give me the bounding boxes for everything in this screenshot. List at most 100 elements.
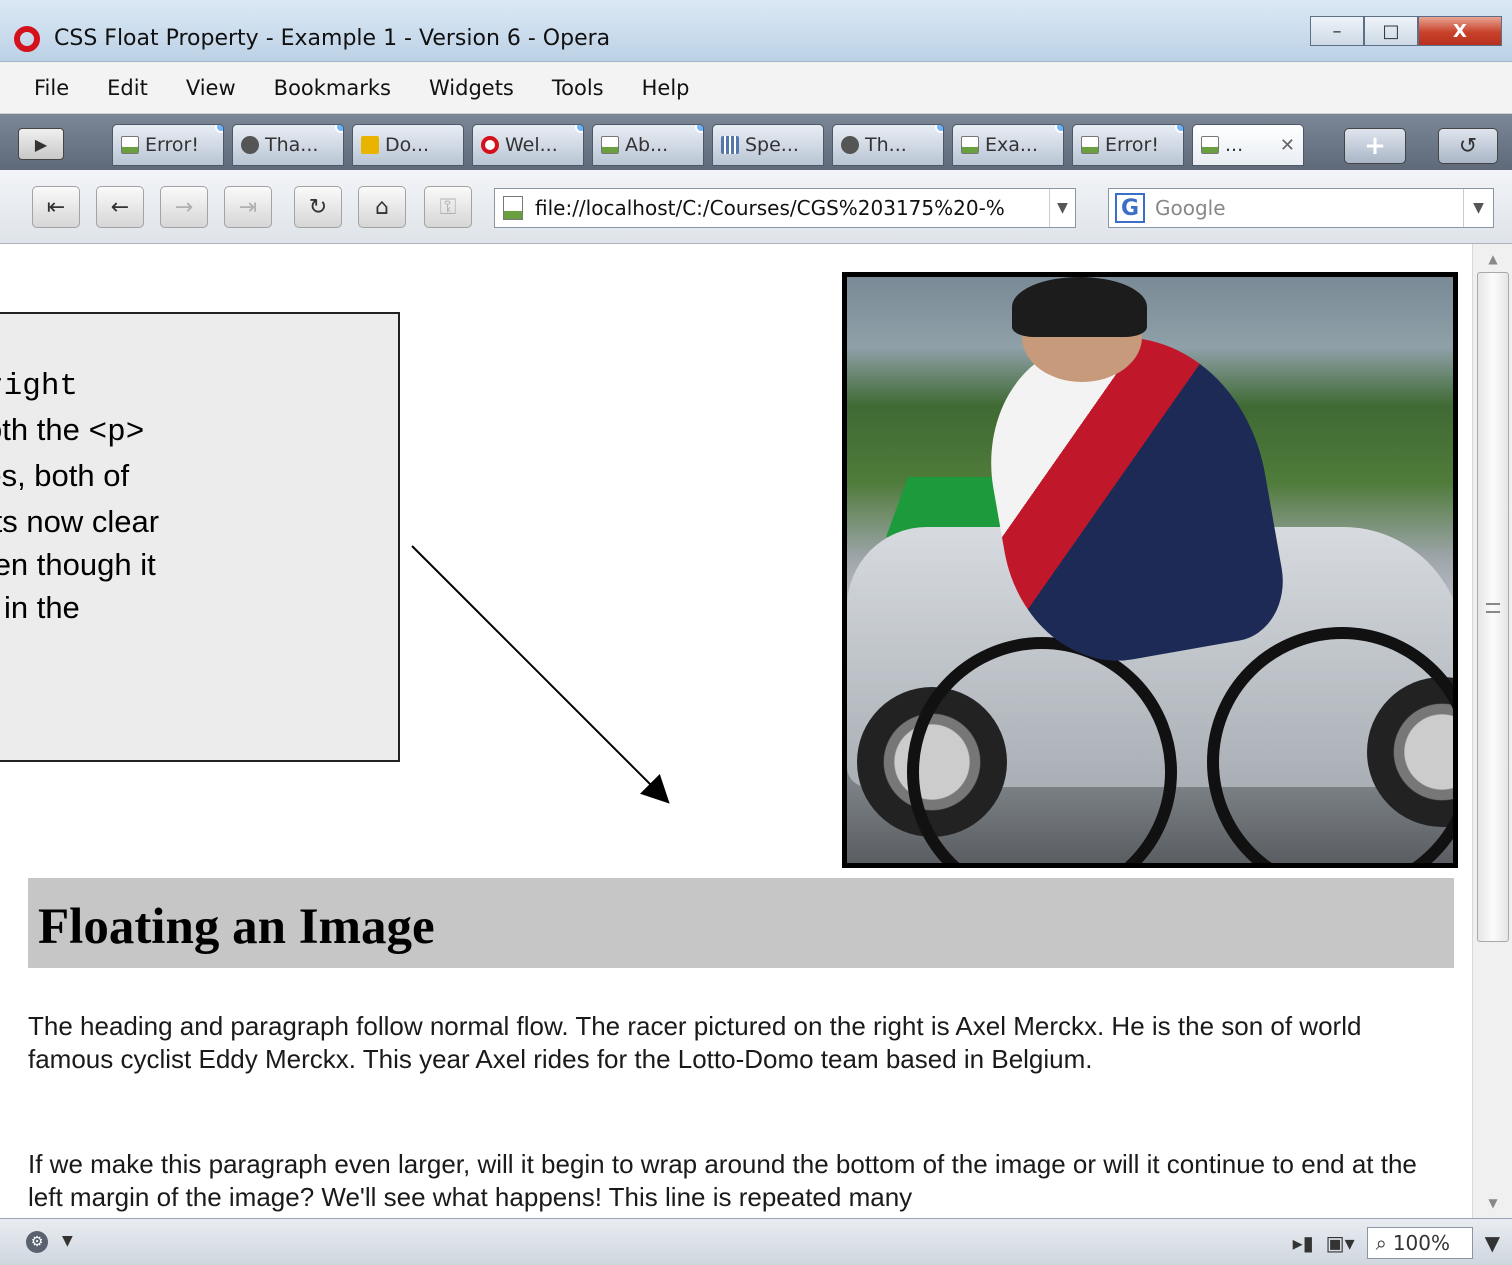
callout-line2-code: <p>: [88, 415, 145, 450]
heading-bar: Floating an Image: [28, 878, 1454, 968]
zoom-icon: ⌕: [1375, 1231, 1387, 1255]
paragraph-2: If we make this paragraph even larger, w…: [28, 1149, 1417, 1212]
menu-bar: File Edit View Bookmarks Widgets Tools H…: [0, 62, 1512, 114]
rewind-icon[interactable]: ⇤: [32, 186, 80, 228]
callout-line4: elements now clear: [0, 504, 160, 539]
doc-icon: [121, 136, 139, 154]
tab-active[interactable]: ... ✕: [1192, 124, 1304, 166]
tab-update-dot-icon: [1055, 125, 1063, 133]
tab-label: Spe...: [745, 134, 799, 156]
tab-label: Ab...: [625, 134, 669, 156]
tab-update-dot-icon: [935, 125, 943, 133]
doc-icon: [1081, 136, 1099, 154]
tab-error-1[interactable]: Error!: [112, 124, 224, 166]
scroll-down-icon[interactable]: ▼: [1477, 1190, 1509, 1216]
tab-update-dot-icon: [215, 125, 223, 133]
minimize-button[interactable]: –: [1310, 16, 1364, 46]
page-heading: Floating an Image: [38, 899, 435, 955]
callout-line5: age, even though it: [0, 547, 156, 582]
scroll-up-icon[interactable]: ▲: [1477, 246, 1509, 272]
tab-about[interactable]: Ab...: [592, 124, 704, 166]
grid-icon: [721, 136, 739, 154]
chat-icon: [841, 136, 859, 154]
status-dropdown-icon[interactable]: ▼: [62, 1233, 73, 1249]
closed-tabs-icon[interactable]: ↺: [1438, 128, 1498, 164]
tab-update-dot-icon: [695, 125, 703, 133]
security-icon[interactable]: ⚿: [424, 186, 472, 228]
tab-label: Wel...: [505, 134, 558, 156]
tab-downloads[interactable]: Do...: [352, 124, 464, 166]
vertical-scrollbar[interactable]: ▲ ▼: [1472, 244, 1512, 1218]
page-icon: [503, 196, 523, 220]
address-text: file://localhost/C:/Courses/CGS%203175%2…: [535, 196, 1005, 220]
doc-icon: [601, 136, 619, 154]
menu-view[interactable]: View: [186, 76, 236, 100]
zoom-level: 100%: [1392, 1231, 1450, 1255]
new-tab-button[interactable]: +: [1344, 128, 1406, 164]
menu-help[interactable]: Help: [642, 76, 690, 100]
chat-icon: [241, 136, 259, 154]
zoom-dropdown-icon[interactable]: ▼: [1485, 1228, 1500, 1258]
tab-label: Th...: [865, 134, 907, 156]
tab-update-dot-icon: [575, 125, 583, 133]
menu-file[interactable]: File: [34, 76, 69, 100]
doc-icon: [1201, 136, 1219, 154]
callout-line2-text: ty on both the: [0, 412, 80, 447]
tab-strip: Error! Tha... Do... Wel... Ab... Spe... …: [112, 124, 1304, 166]
forward-icon[interactable]: →: [160, 186, 208, 228]
callout-line1-code: lear:right: [0, 369, 79, 404]
address-bar[interactable]: file://localhost/C:/Courses/CGS%203175%2…: [494, 188, 1076, 228]
fast-forward-icon[interactable]: ⇥: [224, 186, 272, 228]
close-window-button[interactable]: X: [1418, 16, 1502, 46]
search-placeholder: Google: [1155, 196, 1226, 220]
tab-label: Tha...: [265, 134, 319, 156]
tab-label: ...: [1225, 134, 1244, 156]
scroll-thumb[interactable]: [1477, 272, 1509, 942]
callout-line7: o.: [0, 629, 382, 672]
google-icon: G: [1115, 193, 1145, 223]
panel-toggle-button[interactable]: ▶: [18, 128, 64, 160]
search-dropdown-icon[interactable]: ▼: [1463, 189, 1493, 227]
tab-example[interactable]: Exa...: [952, 124, 1064, 166]
home-icon[interactable]: ⌂: [358, 186, 406, 228]
zoom-control[interactable]: ⌕ 100%: [1366, 1227, 1473, 1259]
tab-close-icon[interactable]: ✕: [1280, 135, 1295, 156]
reload-icon[interactable]: ↻: [294, 186, 342, 228]
opera-icon: [481, 136, 499, 154]
tab-bar: ▶ Error! Tha... Do... Wel... Ab... Spe..…: [0, 114, 1512, 170]
tab-error-2[interactable]: Error!: [1072, 124, 1184, 166]
tab-label: Error!: [145, 134, 199, 156]
opera-unite-icon[interactable]: ⚙: [26, 1231, 48, 1253]
menu-tools[interactable]: Tools: [552, 76, 604, 100]
tab-speed-dial[interactable]: Spe...: [712, 124, 824, 166]
menu-bookmarks[interactable]: Bookmarks: [274, 76, 391, 100]
tab-thread[interactable]: Th...: [832, 124, 944, 166]
menu-widgets[interactable]: Widgets: [429, 76, 514, 100]
status-bar: ⚙ ▼ ▸▮ ▣▾ ⌕ 100% ▼: [0, 1218, 1512, 1265]
turbo-icon[interactable]: ▸▮: [1293, 1228, 1314, 1258]
tab-label: Exa...: [985, 134, 1039, 156]
opera-logo-icon: [14, 26, 40, 52]
tab-label: Do...: [385, 134, 430, 156]
back-icon[interactable]: ←: [96, 186, 144, 228]
callout-text: lear:right ty on both the <p> 1> styles,…: [0, 362, 382, 672]
callout-line3-text: styles, both of: [0, 458, 130, 493]
window-controls: – □ X: [1310, 16, 1502, 46]
navigation-toolbar: ⇤ ← → ⇥ ↻ ⌂ ⚿ file://localhost/C:/Course…: [0, 170, 1512, 244]
menu-edit[interactable]: Edit: [107, 76, 148, 100]
window-title: CSS Float Property - Example 1 - Version…: [54, 26, 611, 51]
doc-icon: [961, 136, 979, 154]
search-field[interactable]: G Google ▼: [1108, 188, 1494, 228]
maximize-button[interactable]: □: [1364, 16, 1418, 46]
paragraph-1: The heading and paragraph follow normal …: [28, 1011, 1362, 1074]
tab-update-dot-icon: [335, 125, 343, 133]
tab-welcome[interactable]: Wel...: [472, 124, 584, 166]
tab-update-dot-icon: [1175, 125, 1183, 133]
tab-thanks[interactable]: Tha...: [232, 124, 344, 166]
window-titlebar: CSS Float Property - Example 1 - Version…: [0, 0, 1512, 62]
view-mode-icon[interactable]: ▣▾: [1326, 1228, 1355, 1258]
address-dropdown-icon[interactable]: ▼: [1049, 189, 1075, 227]
cyclist-photo: [842, 272, 1458, 868]
tab-label: Error!: [1105, 134, 1159, 156]
callout-line6: red first in the: [0, 590, 80, 625]
